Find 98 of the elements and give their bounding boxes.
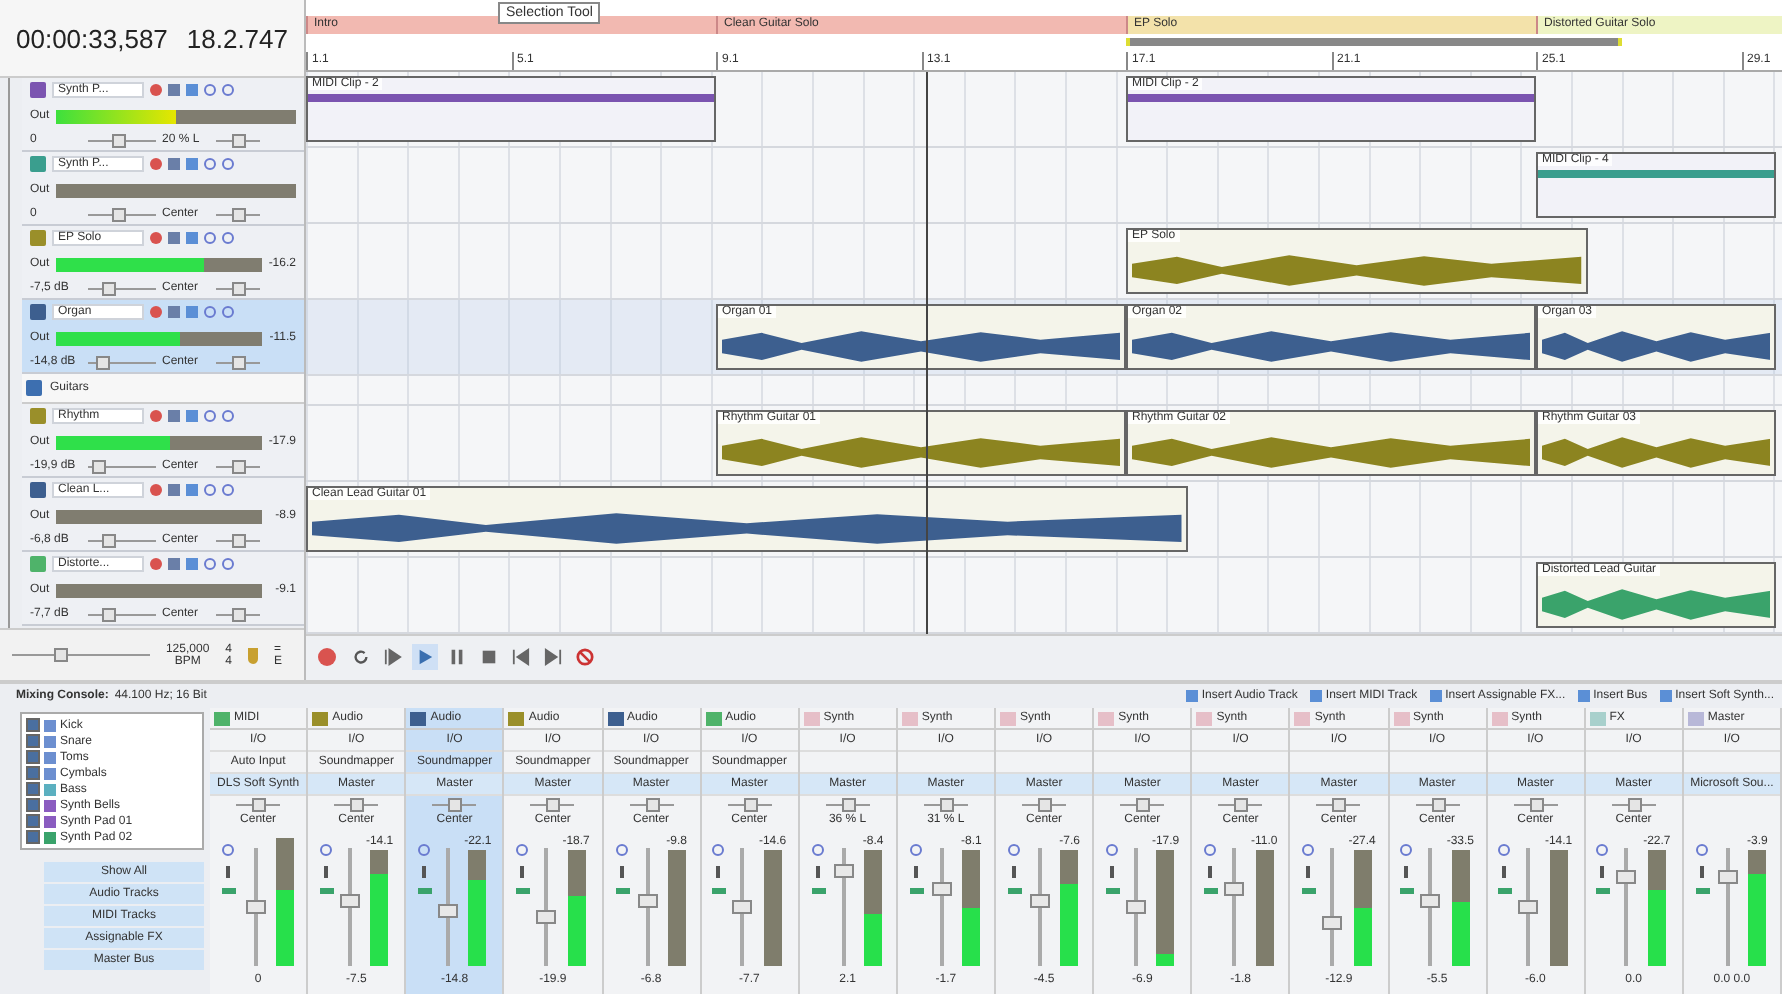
channel-meter bbox=[275, 838, 294, 966]
exclamation-icon bbox=[226, 866, 231, 878]
phase-icon[interactable] bbox=[1203, 844, 1216, 856]
skip-forward-icon[interactable] bbox=[540, 644, 566, 671]
channel-meter bbox=[468, 850, 487, 966]
record-arm-icon[interactable] bbox=[150, 484, 162, 496]
channel-meter bbox=[1255, 850, 1274, 966]
mute-icon[interactable] bbox=[204, 484, 216, 496]
channel-meter bbox=[1156, 850, 1175, 966]
plus-icon[interactable] bbox=[1400, 888, 1415, 894]
plus-icon[interactable] bbox=[1008, 888, 1023, 894]
record-arm-icon[interactable] bbox=[150, 84, 162, 96]
phase-icon[interactable] bbox=[1008, 844, 1021, 856]
plus-icon[interactable] bbox=[1105, 888, 1120, 894]
channel-meter bbox=[667, 850, 686, 966]
checkbox[interactable] bbox=[26, 750, 40, 764]
exclamation-icon bbox=[421, 866, 426, 878]
exclamation-icon bbox=[1404, 866, 1409, 878]
plus-icon[interactable] bbox=[1596, 888, 1611, 894]
solo-icon[interactable] bbox=[222, 484, 234, 496]
record-arm-icon[interactable] bbox=[150, 158, 162, 170]
channel-meter bbox=[1647, 850, 1666, 966]
exclamation-icon bbox=[1502, 866, 1507, 878]
loop-region-bar[interactable] bbox=[1126, 38, 1622, 47]
checkbox[interactable] bbox=[26, 830, 40, 844]
exclamation-icon bbox=[619, 866, 624, 878]
exclamation-icon bbox=[1109, 866, 1114, 878]
exclamation-icon bbox=[1305, 866, 1310, 878]
phase-icon[interactable] bbox=[1400, 844, 1413, 856]
solo-icon[interactable] bbox=[222, 306, 234, 318]
plus-icon[interactable] bbox=[615, 888, 630, 894]
channel-meter bbox=[864, 850, 883, 966]
checkbox[interactable] bbox=[26, 814, 40, 828]
mute-icon[interactable] bbox=[204, 558, 216, 570]
checkbox[interactable] bbox=[26, 766, 40, 780]
record-icon[interactable] bbox=[318, 648, 336, 667]
mute-icon[interactable] bbox=[204, 410, 216, 422]
solo-icon[interactable] bbox=[222, 410, 234, 422]
channel-meter bbox=[567, 850, 586, 966]
plus-icon[interactable] bbox=[811, 888, 826, 894]
checkbox[interactable] bbox=[26, 782, 40, 796]
channel-meter bbox=[962, 850, 981, 966]
checkbox[interactable] bbox=[26, 798, 40, 812]
checkbox[interactable] bbox=[26, 718, 40, 732]
phase-icon[interactable] bbox=[515, 844, 528, 856]
phase-icon[interactable] bbox=[712, 844, 725, 856]
solo-icon[interactable] bbox=[222, 232, 234, 244]
phase-icon[interactable] bbox=[910, 844, 922, 856]
mute-icon[interactable] bbox=[204, 84, 216, 96]
channel-meter bbox=[1060, 850, 1079, 966]
channel-meter bbox=[1748, 850, 1767, 966]
solo-icon[interactable] bbox=[222, 558, 234, 570]
solo-icon[interactable] bbox=[222, 158, 234, 170]
record-arm-icon[interactable] bbox=[150, 232, 162, 244]
plus-icon[interactable] bbox=[515, 888, 530, 894]
mute-icon[interactable] bbox=[204, 232, 216, 244]
exclamation-icon bbox=[1600, 866, 1605, 878]
exclamation-icon bbox=[323, 866, 328, 878]
plus-icon[interactable] bbox=[1203, 888, 1218, 894]
plus-icon[interactable] bbox=[712, 888, 727, 894]
exclamation-icon bbox=[815, 866, 820, 878]
record-arm-icon[interactable] bbox=[150, 410, 162, 422]
no-entry-icon[interactable] bbox=[572, 644, 598, 671]
play-icon[interactable] bbox=[412, 644, 438, 671]
channel-meter bbox=[1549, 850, 1568, 966]
mute-icon[interactable] bbox=[204, 306, 216, 318]
time-position: 00:00:33,587 bbox=[16, 23, 168, 53]
exclamation-icon bbox=[716, 866, 721, 878]
phase-icon[interactable] bbox=[319, 844, 332, 856]
plus-icon[interactable] bbox=[417, 888, 432, 894]
phase-icon[interactable] bbox=[1301, 844, 1314, 856]
plus-icon[interactable] bbox=[1301, 888, 1316, 894]
phase-icon[interactable] bbox=[1596, 844, 1609, 856]
exclamation-icon bbox=[1207, 866, 1212, 878]
channel-meter bbox=[1451, 850, 1470, 966]
phase-icon[interactable] bbox=[417, 844, 430, 856]
beat-position: 18.2.747 bbox=[186, 23, 288, 53]
phase-icon[interactable] bbox=[1696, 844, 1708, 856]
mute-icon[interactable] bbox=[204, 158, 216, 170]
plus-icon[interactable] bbox=[319, 888, 334, 894]
phase-icon[interactable] bbox=[615, 844, 628, 856]
record-arm-icon[interactable] bbox=[150, 558, 162, 570]
exclamation-icon bbox=[1012, 866, 1017, 878]
phase-icon[interactable] bbox=[811, 844, 824, 856]
phase-icon[interactable] bbox=[1105, 844, 1118, 856]
checkbox[interactable] bbox=[26, 734, 40, 748]
solo-icon[interactable] bbox=[222, 84, 234, 96]
plus-icon[interactable] bbox=[222, 888, 237, 894]
phase-icon[interactable] bbox=[222, 844, 235, 856]
phase-icon[interactable] bbox=[1498, 844, 1511, 856]
skip-back-icon[interactable] bbox=[508, 644, 534, 671]
play-from-start-icon[interactable] bbox=[380, 644, 406, 671]
plus-icon[interactable] bbox=[1498, 888, 1513, 894]
channel-meter bbox=[1353, 850, 1372, 966]
exclamation-icon bbox=[519, 866, 524, 878]
channel-meter bbox=[763, 850, 782, 966]
record-arm-icon[interactable] bbox=[150, 306, 162, 318]
channel-meter bbox=[370, 850, 389, 966]
